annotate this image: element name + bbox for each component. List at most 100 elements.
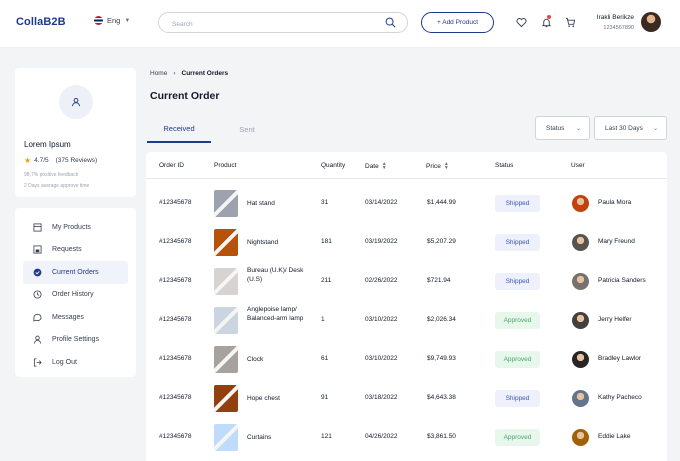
product-name[interactable]: Anglepoise lamp/ Balanced-arm lamp (247, 305, 309, 323)
table-row[interactable]: #12345678 Hat stand 31 03/14/2022 $1,444.99 S… (146, 184, 667, 223)
add-product-button[interactable]: + Add Product (421, 12, 494, 33)
order-date: 03/10/2022 (365, 316, 398, 323)
product-name[interactable]: Clock (247, 355, 309, 364)
nav-label: Messages (52, 313, 84, 321)
quantity: 211 (321, 277, 332, 284)
status-badge: Shipped (495, 234, 540, 251)
table-header: Order ID Product Quantity Date ▲ ▼ Price ▲ ▼… (146, 152, 667, 179)
date-range-filter[interactable]: Last 30 Days ⌄ (594, 116, 667, 140)
col-product-label: Product (214, 162, 237, 169)
nav-log-out[interactable]: Log Out (23, 351, 128, 374)
header-avatar[interactable] (641, 12, 661, 32)
table-row[interactable]: #12345678 Curtains 121 04/26/2022 $3,861.50 A… (146, 418, 667, 457)
quantity: 1 (321, 316, 325, 323)
col-date-label: Date (365, 162, 379, 170)
table-row[interactable]: #12345678 Bureau (U.K)/ Desk (U.S) 211 02/2… (146, 262, 667, 301)
col-quantity-label: Quantity (321, 162, 346, 169)
order-id: #12345678 (159, 394, 192, 401)
price: $2,026.34 (427, 316, 456, 323)
product-name[interactable]: Bureau (U.K)/ Desk (U.S) (247, 266, 309, 284)
status-filter[interactable]: Status ⌄ (535, 116, 590, 140)
order-id: #12345678 (159, 355, 192, 362)
user-name[interactable]: Patricia Sanders (598, 277, 646, 284)
sort-icon[interactable]: ▲ ▼ (444, 162, 449, 171)
nav-my-products[interactable]: My Products (23, 216, 128, 239)
heart-icon[interactable] (516, 17, 527, 28)
user-avatar (572, 273, 589, 290)
breadcrumb-home[interactable]: Home (150, 70, 167, 77)
table-row[interactable]: #12345678 Clock 61 03/10/2022 $9,749.93 Appro… (146, 340, 667, 379)
order-date: 03/14/2022 (365, 199, 398, 206)
table-row[interactable]: #12345678 Anglepoise lamp/ Balanced-arm l… (146, 301, 667, 340)
positive-feedback: 98,7% positive feedback (24, 172, 79, 178)
status-badge: Shipped (495, 390, 540, 407)
tab-received[interactable]: Received (147, 116, 211, 143)
page-title: Current Order (150, 90, 220, 102)
user-name[interactable]: Eddie Lake (598, 433, 631, 440)
nav-current-orders[interactable]: Current Orders (23, 261, 128, 284)
order-id: #12345678 (159, 316, 192, 323)
product-name[interactable]: Hat stand (247, 199, 309, 208)
product-thumbnail[interactable] (214, 190, 238, 217)
user-name[interactable]: Mary Freund (598, 238, 635, 245)
nav-label: Profile Settings (52, 336, 100, 344)
col-date[interactable]: Date ▲ ▼ (365, 162, 387, 171)
quantity: 181 (321, 238, 332, 245)
price: $1,444.99 (427, 199, 456, 206)
user-name: Irakli Berikze (596, 14, 634, 21)
nav-profile-settings[interactable]: Profile Settings (23, 329, 128, 352)
nav-label: Current Orders (52, 268, 99, 276)
bell-icon[interactable] (541, 17, 552, 28)
col-product: Product (214, 162, 236, 169)
user-name[interactable]: Jerry Helfer (598, 316, 632, 323)
status-badge: Approved (495, 312, 540, 329)
cart-icon[interactable] (565, 17, 576, 28)
language-selector[interactable]: Eng ▼ (94, 16, 130, 25)
brand-logo[interactable]: CollaB2B (16, 16, 66, 28)
product-thumbnail[interactable] (214, 229, 238, 256)
table-row[interactable]: #12345678 Hope chest 91 03/18/2022 $4,643.38… (146, 379, 667, 418)
message-icon (33, 313, 42, 322)
product-name[interactable]: Hope chest (247, 394, 309, 403)
nav-label: Order History (52, 291, 94, 299)
chevron-down-icon: ▼ (124, 17, 131, 24)
quantity: 31 (321, 199, 329, 206)
logout-icon (33, 358, 42, 367)
order-date: 03/10/2022 (365, 355, 398, 362)
user-name[interactable]: Kathy Pacheco (598, 394, 642, 401)
nav-order-history[interactable]: Order History (23, 284, 128, 307)
order-date: 03/19/2022 (365, 238, 398, 245)
breadcrumb: Home › Current Orders (150, 70, 228, 77)
user-name[interactable]: Bradley Lawlor (598, 355, 641, 362)
product-thumbnail[interactable] (214, 268, 238, 295)
status-badge: Approved (495, 351, 540, 368)
product-thumbnail[interactable] (214, 385, 238, 412)
price: $3,861.50 (427, 433, 456, 440)
nav-requests[interactable]: Requests (23, 239, 128, 262)
product-name[interactable]: Curtains (247, 433, 309, 442)
col-order-id-label: Order ID (159, 162, 184, 169)
search-icon[interactable] (385, 17, 396, 28)
user-name[interactable]: Paula Mora (598, 199, 631, 206)
chevron-down-icon: ⌄ (652, 125, 658, 132)
product-thumbnail[interactable] (214, 424, 238, 451)
table-row[interactable]: #12345678 Nightstand 181 03/19/2022 $5,207.2… (146, 223, 667, 262)
col-price-label: Price (426, 162, 441, 170)
user-avatar (572, 195, 589, 212)
sort-icon[interactable]: ▲ ▼ (382, 162, 387, 171)
quantity: 91 (321, 394, 329, 401)
star-icon: ★ (24, 156, 32, 165)
nav-messages[interactable]: Messages (23, 306, 128, 329)
product-thumbnail[interactable] (214, 346, 238, 373)
search-input[interactable] (172, 15, 382, 34)
product-thumbnail[interactable] (214, 307, 238, 334)
price: $721.94 (427, 277, 451, 284)
notification-dot (547, 15, 551, 19)
approve-time: 2 Days average approve time (24, 183, 90, 189)
product-name[interactable]: Nightstand (247, 238, 309, 247)
tab-sent[interactable]: Sent (215, 116, 279, 143)
user-phone: 1234567890 (603, 25, 634, 31)
search-bar (158, 12, 408, 34)
col-price[interactable]: Price ▲ ▼ (426, 162, 449, 171)
order-date: 03/18/2022 (365, 394, 398, 401)
